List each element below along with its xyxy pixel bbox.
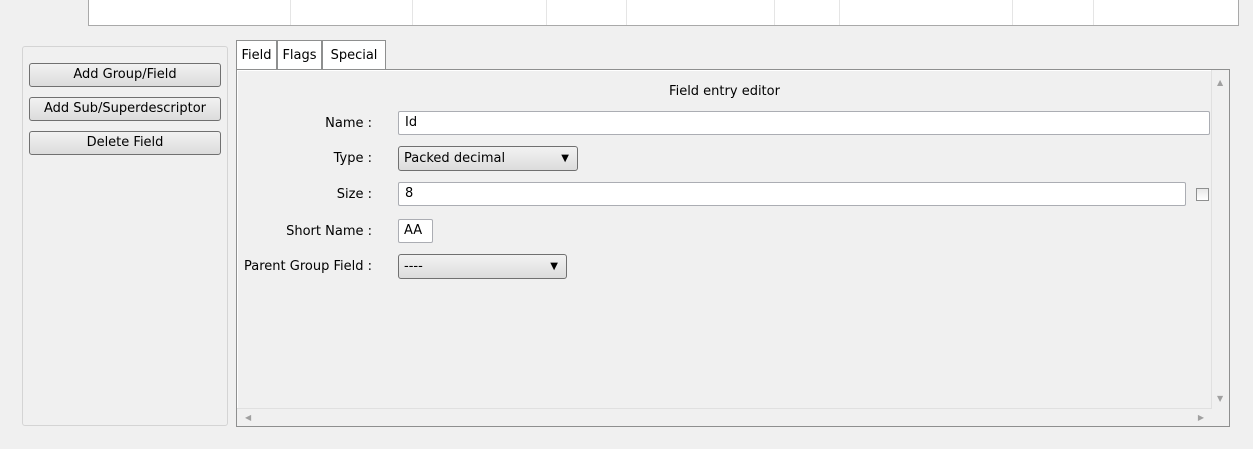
name-label: Name : [325, 116, 372, 131]
table-column-divider [1093, 0, 1094, 25]
table-column-divider [290, 0, 291, 25]
chevron-down-icon: ▼ [561, 153, 569, 164]
actions-panel: Add Group/Field Add Sub/Superdescriptor … [22, 46, 228, 426]
scroll-down-icon[interactable]: ▼ [1217, 394, 1223, 403]
scroll-right-icon[interactable]: ▶ [1198, 413, 1204, 422]
add-group-field-button[interactable]: Add Group/Field [29, 63, 221, 87]
scrollbar-corner [1212, 409, 1229, 426]
add-sub-superdescriptor-button[interactable]: Add Sub/Superdescriptor [29, 97, 221, 121]
parent-group-field-value: ---- [404, 259, 423, 274]
type-select-value: Packed decimal [404, 151, 506, 166]
short-name-input[interactable]: AA [398, 219, 433, 243]
vertical-scrollbar[interactable]: ▲ ▼ [1211, 70, 1229, 409]
field-entry-editor: Field entry editor Name : Id Type : Pack… [236, 69, 1230, 427]
table-column-divider [546, 0, 547, 25]
type-label: Type : [333, 151, 372, 166]
horizontal-scrollbar[interactable]: ◀ ▶ [237, 408, 1212, 426]
scroll-up-icon[interactable]: ▲ [1217, 78, 1223, 87]
table-column-divider [412, 0, 413, 25]
parent-group-field-select[interactable]: ---- ▼ [398, 254, 567, 279]
tab-flags[interactable]: Flags [277, 40, 322, 69]
tab-special[interactable]: Special [322, 40, 386, 69]
fields-table[interactable] [88, 0, 1239, 26]
table-column-divider [626, 0, 627, 25]
short-name-label: Short Name : [286, 224, 372, 239]
table-column-divider [839, 0, 840, 25]
editor-title: Field entry editor [669, 84, 780, 99]
type-select[interactable]: Packed decimal ▼ [398, 146, 578, 171]
editor-content: Field entry editor Name : Id Type : Pack… [238, 71, 1211, 408]
size-label: Size : [336, 187, 372, 202]
scroll-left-icon[interactable]: ◀ [245, 413, 251, 422]
tab-field[interactable]: Field [236, 40, 277, 69]
table-column-divider [1012, 0, 1013, 25]
name-input[interactable]: Id [398, 111, 1210, 135]
size-checkbox[interactable] [1196, 188, 1209, 201]
chevron-down-icon: ▼ [550, 261, 558, 272]
size-input[interactable]: 8 [398, 182, 1186, 206]
delete-field-button[interactable]: Delete Field [29, 131, 221, 155]
table-column-divider [774, 0, 775, 25]
parent-group-field-label: Parent Group Field : [244, 259, 372, 274]
